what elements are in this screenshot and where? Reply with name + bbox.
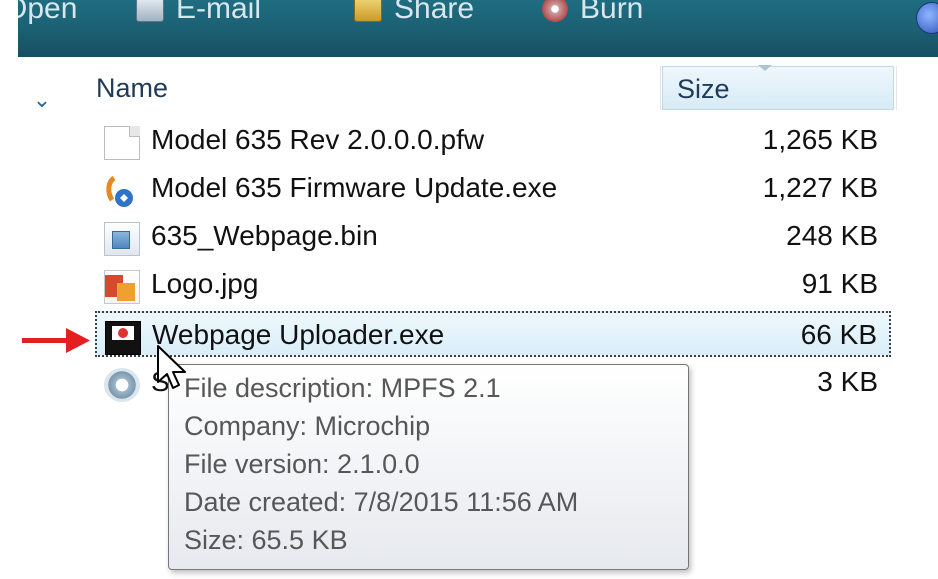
burn-icon: [542, 0, 568, 22]
file-row[interactable]: Logo.jpg 91 KB: [96, 262, 890, 308]
column-header-extra[interactable]: [896, 66, 938, 110]
installer-icon: [104, 174, 140, 208]
file-size: 1,227 KB: [762, 172, 878, 203]
file-size: 3 KB: [817, 366, 878, 397]
chevron-down-icon[interactable]: ⌄: [30, 89, 54, 111]
email-icon: [136, 0, 164, 22]
open-button[interactable]: Open: [18, 0, 77, 26]
help-icon[interactable]: [916, 2, 938, 34]
burn-button[interactable]: Burn: [542, 0, 643, 26]
column-name-label: Name: [96, 73, 169, 103]
file-name: Logo.jpg: [151, 268, 259, 299]
open-label: Open: [18, 0, 78, 25]
tooltip-version: File version: 2.1.0.0: [184, 449, 420, 479]
column-header-name[interactable]: Name: [86, 66, 661, 110]
email-label: E-mail: [176, 0, 262, 25]
document-icon: [104, 126, 140, 160]
tooltip-description: File description: MPFS 2.1: [184, 373, 501, 403]
binary-file-icon: [104, 222, 140, 256]
share-button[interactable]: Share: [354, 0, 474, 26]
mouse-cursor-icon: [157, 345, 186, 389]
floppy-disk-icon: [105, 321, 141, 355]
share-icon: [354, 0, 382, 22]
file-name: Model 635 Firmware Update.exe: [151, 172, 558, 203]
share-label: Share: [394, 0, 475, 25]
column-header-bar: Name Size: [86, 65, 938, 110]
file-size: 1,265 KB: [762, 124, 878, 155]
column-size-label: Size: [677, 74, 730, 104]
tooltip-company: Company: Microchip: [184, 411, 431, 441]
email-button[interactable]: E-mail: [136, 0, 261, 26]
file-row[interactable]: Model 635 Firmware Update.exe 1,227 KB: [96, 166, 890, 212]
file-row-selected[interactable]: Webpage Uploader.exe 66 KB: [95, 311, 891, 357]
file-name: Webpage Uploader.exe: [152, 319, 445, 350]
file-name: Model 635 Rev 2.0.0.0.pfw: [151, 124, 485, 155]
tooltip-size: Size: 65.5 KB: [184, 525, 348, 555]
file-size: 66 KB: [800, 319, 877, 350]
file-row[interactable]: 635_Webpage.bin 248 KB: [96, 214, 890, 260]
file-name: 635_Webpage.bin: [151, 220, 378, 251]
sort-descending-icon: [758, 65, 772, 71]
column-header-size[interactable]: Size: [662, 65, 894, 110]
gear-file-icon: [104, 368, 140, 402]
tooltip-date-created: Date created: 7/8/2015 11:56 AM: [184, 487, 579, 517]
burn-label: Burn: [580, 0, 644, 25]
file-info-tooltip: File description: MPFS 2.1 Company: Micr…: [168, 364, 689, 570]
file-size: 91 KB: [801, 268, 878, 299]
file-row[interactable]: Model 635 Rev 2.0.0.0.pfw 1,265 KB: [96, 118, 890, 164]
image-file-icon: [104, 270, 140, 304]
command-toolbar: Open E-mail Share Burn: [18, 0, 938, 57]
red-arrow-icon: [22, 328, 90, 353]
file-size: 248 KB: [786, 220, 878, 251]
